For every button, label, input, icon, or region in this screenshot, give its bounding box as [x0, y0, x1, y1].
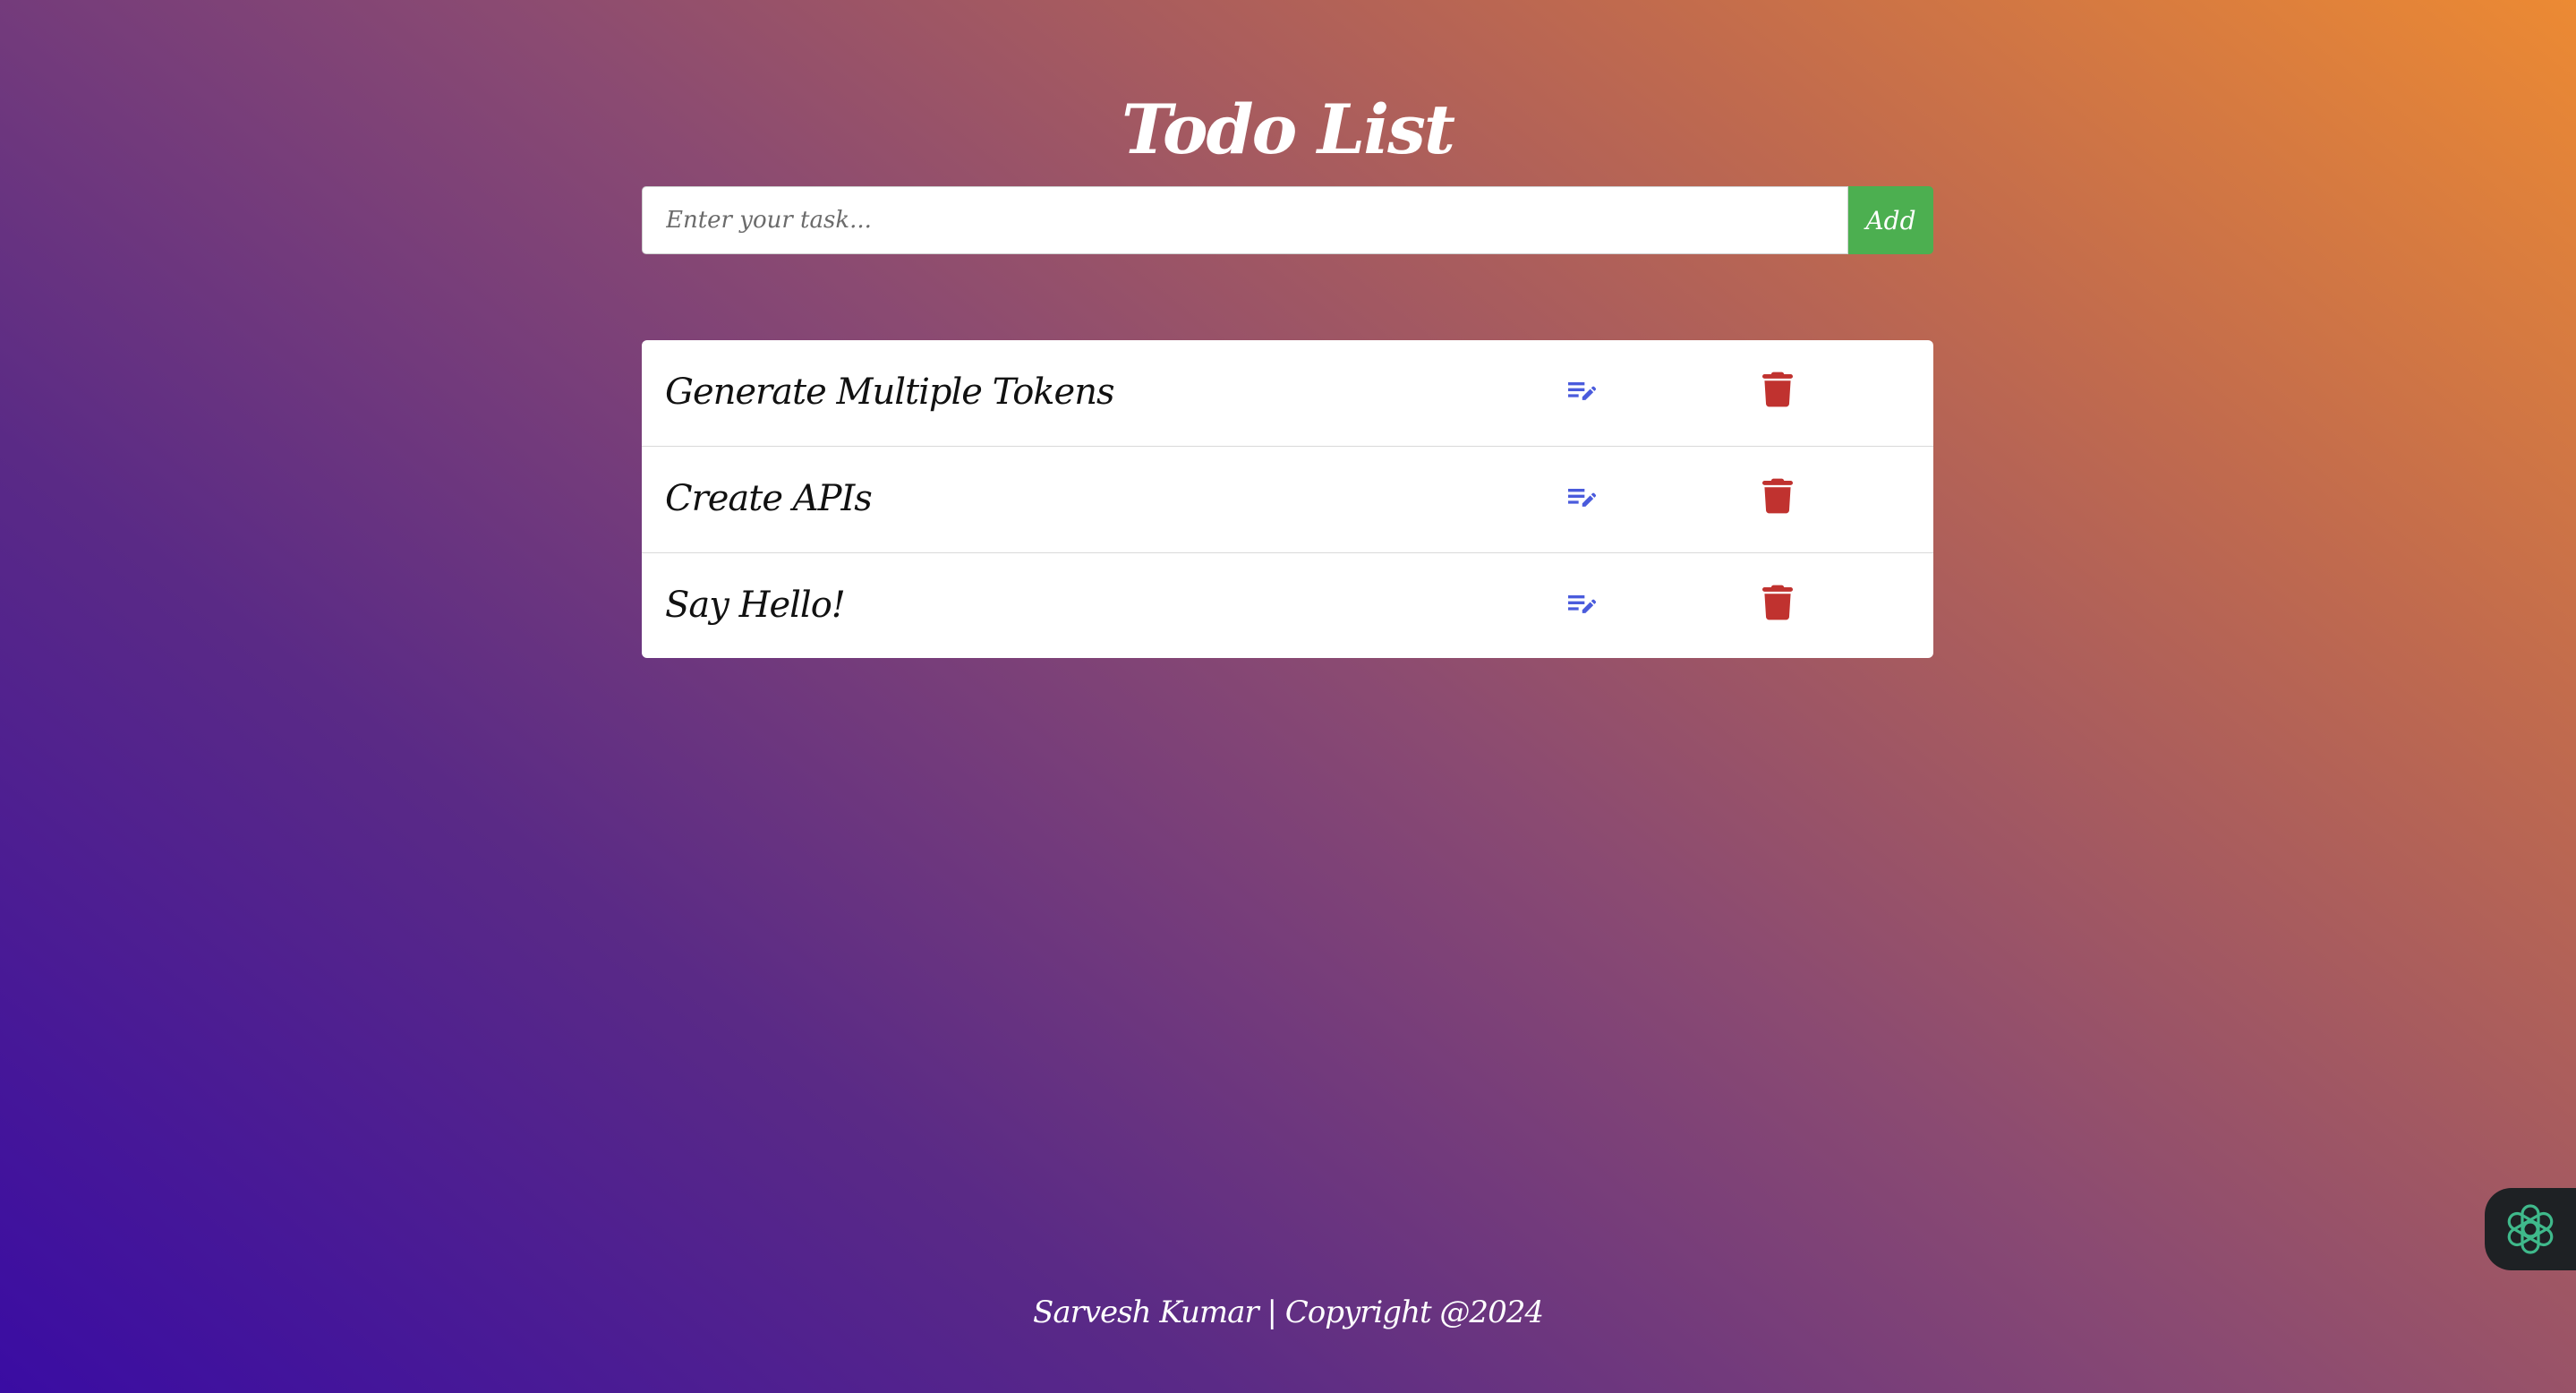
- assistant-widget-button[interactable]: [2485, 1188, 2576, 1270]
- add-button[interactable]: Add: [1848, 186, 1933, 254]
- list-item: Generate Multiple Tokens: [642, 340, 1933, 447]
- todo-text: Create APIs: [665, 478, 873, 519]
- list-item: Create APIs: [642, 447, 1933, 553]
- footer-credit: Sarvesh Kumar | Copyright @2024: [1033, 1295, 1544, 1330]
- edit-icon[interactable]: [1559, 475, 1604, 520]
- trash-icon[interactable]: [1758, 474, 1797, 518]
- todo-text: Generate Multiple Tokens: [665, 372, 1115, 413]
- openai-icon: [2507, 1204, 2554, 1254]
- todo-list: Generate Multiple Tokens Create APIs Say…: [642, 340, 1933, 658]
- page-title: Todo List: [1121, 90, 1455, 169]
- list-item: Say Hello!: [642, 553, 1933, 658]
- todo-text: Say Hello!: [665, 585, 846, 626]
- trash-icon[interactable]: [1758, 580, 1797, 625]
- trash-icon[interactable]: [1758, 367, 1797, 412]
- add-task-form: Add: [642, 186, 1933, 254]
- task-input[interactable]: [642, 186, 1848, 254]
- edit-icon[interactable]: [1559, 369, 1604, 414]
- edit-icon[interactable]: [1559, 582, 1604, 627]
